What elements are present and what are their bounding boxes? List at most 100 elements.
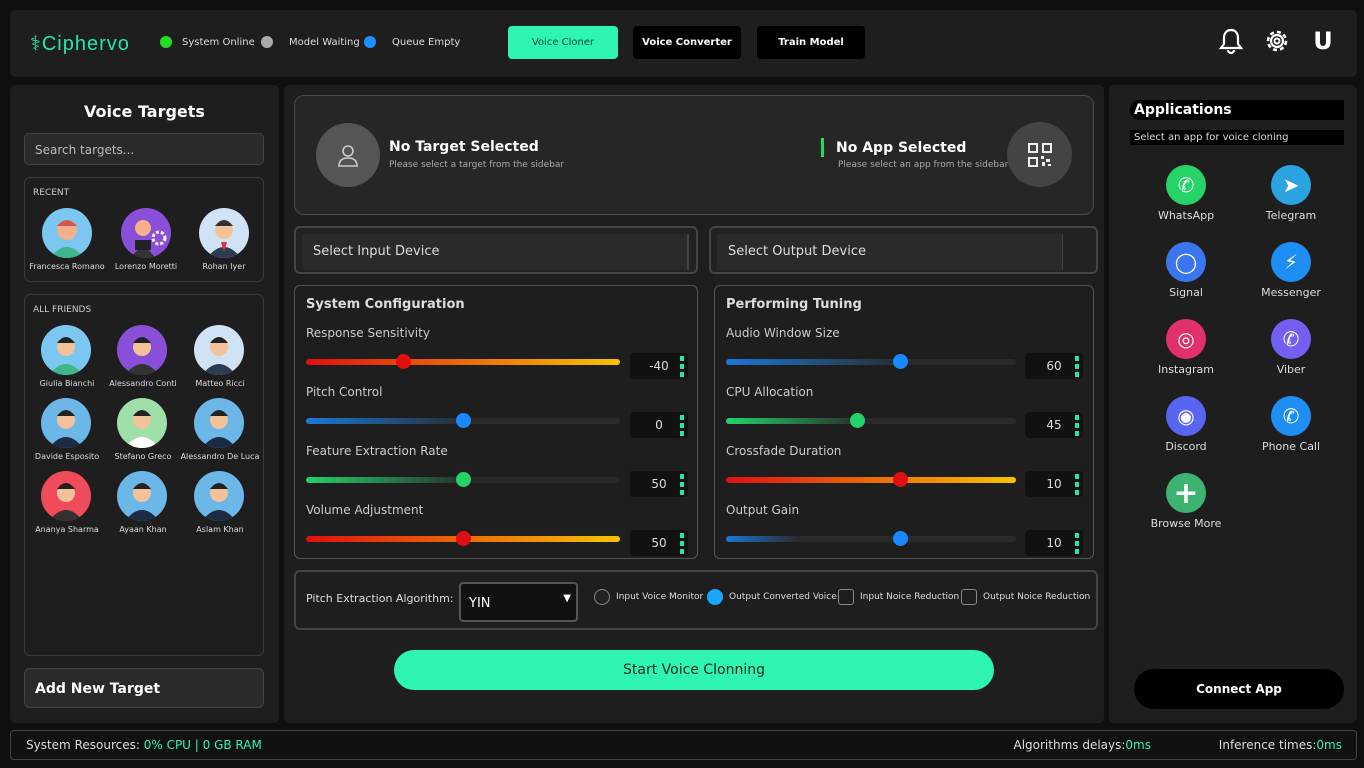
avatar	[117, 325, 167, 375]
stepper-down-icon[interactable]	[1075, 549, 1079, 554]
target-friend[interactable]: Giulia Bianchi	[27, 325, 107, 388]
stepper-up-icon[interactable]	[1075, 474, 1079, 479]
slider-value-input[interactable]: -40	[630, 353, 688, 379]
target-friend[interactable]: Ananya Sharma	[27, 471, 107, 534]
slider-label: Crossfade Duration	[726, 444, 842, 458]
user-avatar[interactable]: U	[1308, 26, 1338, 56]
gear-icon[interactable]	[1262, 26, 1292, 56]
avatar	[42, 208, 92, 258]
target-friend[interactable]: Stefano Greco	[103, 398, 183, 461]
stepper-down-icon[interactable]	[1075, 372, 1079, 377]
perf-tuning-title: Performing Tuning	[726, 297, 862, 312]
output-noise-reduction-checkbox[interactable]: Output Noice Reduction	[961, 589, 1090, 605]
slider-handle[interactable]	[893, 531, 908, 546]
target-friend[interactable]: Alessandro De Luca	[180, 398, 260, 461]
stepper-up-icon[interactable]	[1075, 356, 1079, 361]
stepper-mid-icon	[1075, 482, 1079, 487]
viber-icon: ✆	[1271, 319, 1311, 359]
slider-value-input[interactable]: 60	[1025, 353, 1083, 379]
app-indicator-bar	[821, 138, 824, 157]
radio-checked-icon	[707, 589, 723, 605]
target-recent-0[interactable]: Francesca Romano	[27, 208, 107, 271]
target-recent-2[interactable]: Rohan Iyer	[184, 208, 264, 271]
slider-track[interactable]	[726, 413, 1016, 428]
app-instagram[interactable]: ◎ Instagram	[1141, 319, 1231, 376]
target-friend[interactable]: Matteo Ricci	[180, 325, 260, 388]
applications-subtitle: Select an app for voice cloning	[1134, 132, 1289, 143]
output-device-select[interactable]: Select Output Device	[709, 226, 1098, 274]
slider-handle[interactable]	[893, 354, 908, 369]
qr-code-icon[interactable]	[1007, 122, 1072, 187]
slider-track[interactable]	[306, 354, 620, 369]
app-messenger[interactable]: ⚡ Messenger	[1246, 242, 1336, 299]
app-telegram[interactable]: ➤ Telegram	[1246, 165, 1336, 222]
input-noise-reduction-checkbox[interactable]: Input Noice Reduction	[838, 589, 959, 605]
stepper-up-icon[interactable]	[680, 474, 684, 479]
bell-icon[interactable]	[1216, 26, 1246, 56]
slider-handle[interactable]	[456, 531, 471, 546]
slider-value-input[interactable]: 45	[1025, 412, 1083, 438]
stepper-down-icon[interactable]	[680, 431, 684, 436]
slider-value-input[interactable]: 0	[630, 412, 688, 438]
applications-title: Applications	[1134, 102, 1232, 118]
slider-handle[interactable]	[849, 413, 865, 428]
stepper-down-icon[interactable]	[680, 549, 684, 554]
stepper-up-icon[interactable]	[680, 415, 684, 420]
radio-icon	[594, 589, 610, 605]
target-friend[interactable]: Ayaan Khan	[103, 471, 183, 534]
slider-label: Pitch Control	[306, 385, 383, 399]
slider-track[interactable]	[726, 531, 1016, 546]
phone-icon: ✆	[1271, 396, 1311, 436]
slider-handle[interactable]	[893, 472, 908, 487]
add-new-target-button[interactable]: Add New Target	[24, 668, 264, 708]
search-input[interactable]: Search targets...	[24, 133, 264, 165]
status-footer: System Resources: 0% CPU | 0 GB RAM Algo…	[10, 730, 1357, 760]
app-whatsapp[interactable]: ✆ WhatsApp	[1141, 165, 1231, 222]
slider-handle[interactable]	[456, 472, 471, 487]
stepper-up-icon[interactable]	[680, 533, 684, 538]
slider-label: Feature Extraction Rate	[306, 444, 448, 458]
status-queue-empty: Queue Empty	[364, 36, 460, 48]
algorithm-delays: Algorithms delays:0ms	[1013, 738, 1152, 752]
app-browse-more[interactable]: + Browse More	[1141, 473, 1231, 530]
connect-app-button[interactable]: Connect App	[1134, 669, 1344, 709]
slider-value-input[interactable]: 50	[630, 471, 688, 497]
tab-voice-converter[interactable]: Voice Converter	[633, 26, 741, 59]
app-discord[interactable]: ◉ Discord	[1141, 396, 1231, 453]
stepper-mid-icon	[680, 482, 684, 487]
app-signal[interactable]: ◯ Signal	[1141, 242, 1231, 299]
stepper-down-icon[interactable]	[1075, 431, 1079, 436]
slider-track[interactable]	[306, 413, 620, 428]
avatar	[41, 325, 91, 375]
slider-value-input[interactable]: 50	[630, 530, 688, 556]
app-phone-call[interactable]: ✆ Phone Call	[1246, 396, 1336, 453]
status-dot-icon	[261, 36, 273, 48]
stepper-up-icon[interactable]	[1075, 415, 1079, 420]
target-friend[interactable]: Alessandro Conti	[103, 325, 183, 388]
slider-track[interactable]	[726, 472, 1016, 487]
app-viber[interactable]: ✆ Viber	[1246, 319, 1336, 376]
target-recent-1[interactable]: Lorenzo Moretti	[106, 208, 186, 271]
stepper-up-icon[interactable]	[1075, 533, 1079, 538]
start-voice-cloning-button[interactable]: Start Voice Clonning	[394, 650, 994, 690]
slider-handle[interactable]	[456, 413, 471, 428]
tab-train-model[interactable]: Train Model	[757, 26, 865, 59]
target-friend[interactable]: Davide Esposito	[27, 398, 107, 461]
stepper-down-icon[interactable]	[680, 490, 684, 495]
input-voice-monitor-checkbox[interactable]: Input Voice Monitor	[594, 589, 703, 605]
algorithm-select[interactable]: YIN ▼	[459, 582, 578, 622]
target-friend[interactable]: Aslam Khan	[180, 471, 260, 534]
slider-track[interactable]	[306, 531, 620, 546]
stepper-down-icon[interactable]	[1075, 490, 1079, 495]
slider-track[interactable]	[726, 354, 1016, 369]
slider-value-input[interactable]: 10	[1025, 471, 1083, 497]
stepper-up-icon[interactable]	[680, 356, 684, 361]
avatar	[194, 398, 244, 448]
slider-value-input[interactable]: 10	[1025, 530, 1083, 556]
tab-voice-cloner[interactable]: Voice Cloner	[508, 26, 618, 59]
input-device-select[interactable]: Select Input Device	[294, 226, 698, 274]
output-converted-voice-checkbox[interactable]: Output Converted Voice	[707, 589, 837, 605]
slider-track[interactable]	[306, 472, 620, 487]
stepper-down-icon[interactable]	[680, 372, 684, 377]
avatar	[194, 325, 244, 375]
